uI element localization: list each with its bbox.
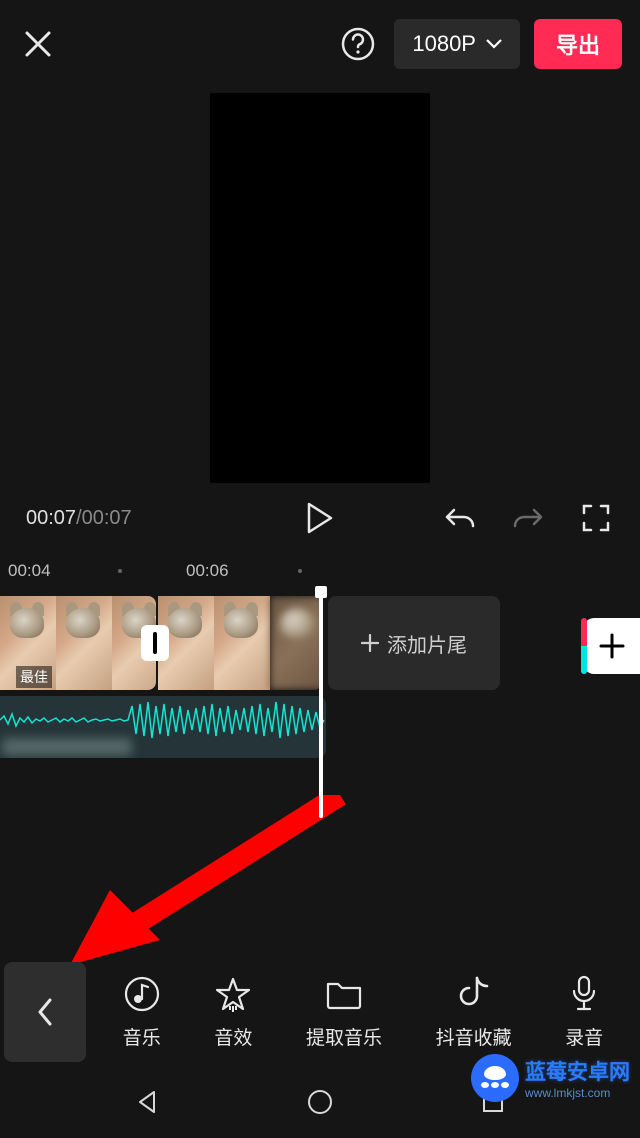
clip-thumbnail[interactable]	[56, 596, 112, 690]
help-icon	[341, 27, 375, 61]
fullscreen-button[interactable]	[578, 500, 614, 536]
waveform	[0, 696, 326, 744]
microphone-icon	[569, 975, 599, 1013]
tool-record[interactable]: 录音	[565, 975, 603, 1050]
watermark: 蓝莓安卓网 www.lmkjst.com	[471, 1054, 630, 1102]
star-icon	[215, 976, 251, 1012]
add-end-clip-button[interactable]: 添加片尾	[328, 596, 500, 690]
watermark-icon	[471, 1054, 519, 1102]
ruler-dot	[118, 569, 122, 573]
undo-icon	[444, 504, 476, 532]
ruler-dot	[298, 569, 302, 573]
clip-thumbnail[interactable]	[214, 596, 270, 690]
playhead[interactable]	[319, 588, 323, 818]
audio-track[interactable]	[0, 696, 326, 758]
help-button[interactable]	[338, 24, 378, 64]
nav-back[interactable]	[127, 1082, 167, 1122]
timeline[interactable]: 00:04 00:06 最佳 添加片尾	[0, 548, 640, 758]
clip-split-handle[interactable]	[138, 596, 172, 690]
resolution-label: 1080P	[412, 31, 476, 57]
close-button[interactable]	[18, 24, 58, 64]
chevron-left-icon	[36, 997, 54, 1027]
play-button[interactable]	[300, 498, 340, 538]
export-button[interactable]: 导出	[534, 19, 622, 69]
redo-button[interactable]	[510, 500, 546, 536]
plus-icon	[361, 634, 379, 652]
watermark-url: www.lmkjst.com	[525, 1086, 630, 1100]
tool-label: 音乐	[123, 1023, 161, 1050]
play-icon	[306, 502, 334, 534]
tool-sound-effect[interactable]: 音效	[214, 975, 252, 1050]
timecode: 00:07/00:07	[26, 507, 132, 530]
add-end-label: 添加片尾	[387, 629, 467, 658]
tool-extract-music[interactable]: 提取音乐	[306, 975, 382, 1050]
tool-label: 提取音乐	[306, 1023, 382, 1050]
chevron-down-icon	[486, 39, 502, 49]
undo-button[interactable]	[442, 500, 478, 536]
triangle-back-icon	[134, 1089, 160, 1115]
douyin-icon	[457, 976, 491, 1012]
tool-label: 录音	[565, 1023, 603, 1050]
tool-douyin-favorites[interactable]: 抖音收藏	[436, 975, 512, 1050]
time-ruler[interactable]: 00:04 00:06	[0, 554, 640, 588]
circle-home-icon	[306, 1088, 334, 1116]
export-label: 导出	[556, 28, 600, 60]
close-icon	[23, 29, 53, 59]
preview-area	[0, 88, 640, 488]
audio-clip-label	[2, 738, 132, 756]
redo-icon	[512, 504, 544, 532]
current-time: 00:07	[26, 507, 76, 529]
preview-canvas[interactable]	[210, 93, 430, 483]
watermark-title: 蓝莓安卓网	[525, 1056, 630, 1086]
clip-caption: 最佳	[16, 666, 52, 688]
toolbar-back-button[interactable]	[4, 962, 86, 1062]
ruler-tick: 00:06	[186, 561, 229, 581]
music-note-icon	[124, 976, 160, 1012]
ruler-tick: 00:04	[8, 561, 51, 581]
duration: 00:07	[82, 507, 132, 529]
tool-music[interactable]: 音乐	[123, 975, 161, 1050]
fullscreen-icon	[581, 503, 611, 533]
nav-home[interactable]	[300, 1082, 340, 1122]
plus-icon	[599, 633, 625, 659]
folder-icon	[325, 978, 363, 1010]
tool-label: 抖音收藏	[436, 1023, 512, 1050]
resolution-selector[interactable]: 1080P	[394, 19, 520, 69]
annotation-arrow	[50, 795, 350, 975]
add-media-button[interactable]	[584, 618, 640, 674]
clip-thumbnail[interactable]	[270, 596, 322, 690]
tool-label: 音效	[214, 1023, 252, 1050]
